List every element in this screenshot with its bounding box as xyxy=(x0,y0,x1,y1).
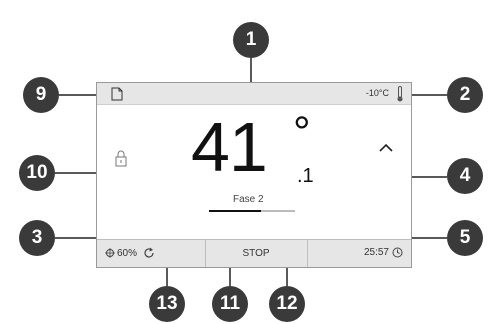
phase-progress-fill xyxy=(209,210,261,212)
document-icon[interactable] xyxy=(111,87,123,101)
callout-12: 12 xyxy=(269,286,305,322)
external-temperature: -10°C xyxy=(365,88,389,98)
time-indicator: 25:57 xyxy=(364,247,403,258)
callout-13: 13 xyxy=(149,286,185,322)
callout-10: 10 xyxy=(19,155,55,191)
callout-4: 4 xyxy=(447,158,483,194)
humidity-indicator: 60% xyxy=(105,247,155,259)
humidity-value: 60% xyxy=(117,247,138,259)
temperature-decimal: .1 xyxy=(297,165,314,187)
time-remaining: 25:57 xyxy=(363,247,389,258)
current-temperature: 41 xyxy=(191,108,268,186)
bottom-bar: 60% STOP 25:57 xyxy=(97,239,411,267)
callout-11: 11 xyxy=(212,286,248,322)
callout-1: 1 xyxy=(233,22,269,58)
stop-button[interactable]: STOP xyxy=(205,240,307,268)
bottom-divider xyxy=(307,240,308,267)
clock-icon xyxy=(392,247,403,258)
phase-progress-bar xyxy=(209,210,295,212)
controller-screen: -10°C 41 ° .1 Fase 2 60% STOP 25:57 xyxy=(96,82,412,268)
status-bar: -10°C xyxy=(97,83,411,105)
lock-icon[interactable] xyxy=(115,149,127,167)
callout-2: 2 xyxy=(447,77,483,113)
cycle-icon[interactable] xyxy=(143,247,155,259)
degree-symbol: ° xyxy=(293,108,311,157)
chevron-up-icon[interactable] xyxy=(379,143,393,153)
thermometer-icon xyxy=(397,86,403,102)
callout-5: 5 xyxy=(447,220,483,256)
phase-label: Fase 2 xyxy=(233,194,264,205)
callout-3: 3 xyxy=(19,220,55,256)
callout-9: 9 xyxy=(23,77,59,113)
humidity-icon xyxy=(105,248,115,258)
